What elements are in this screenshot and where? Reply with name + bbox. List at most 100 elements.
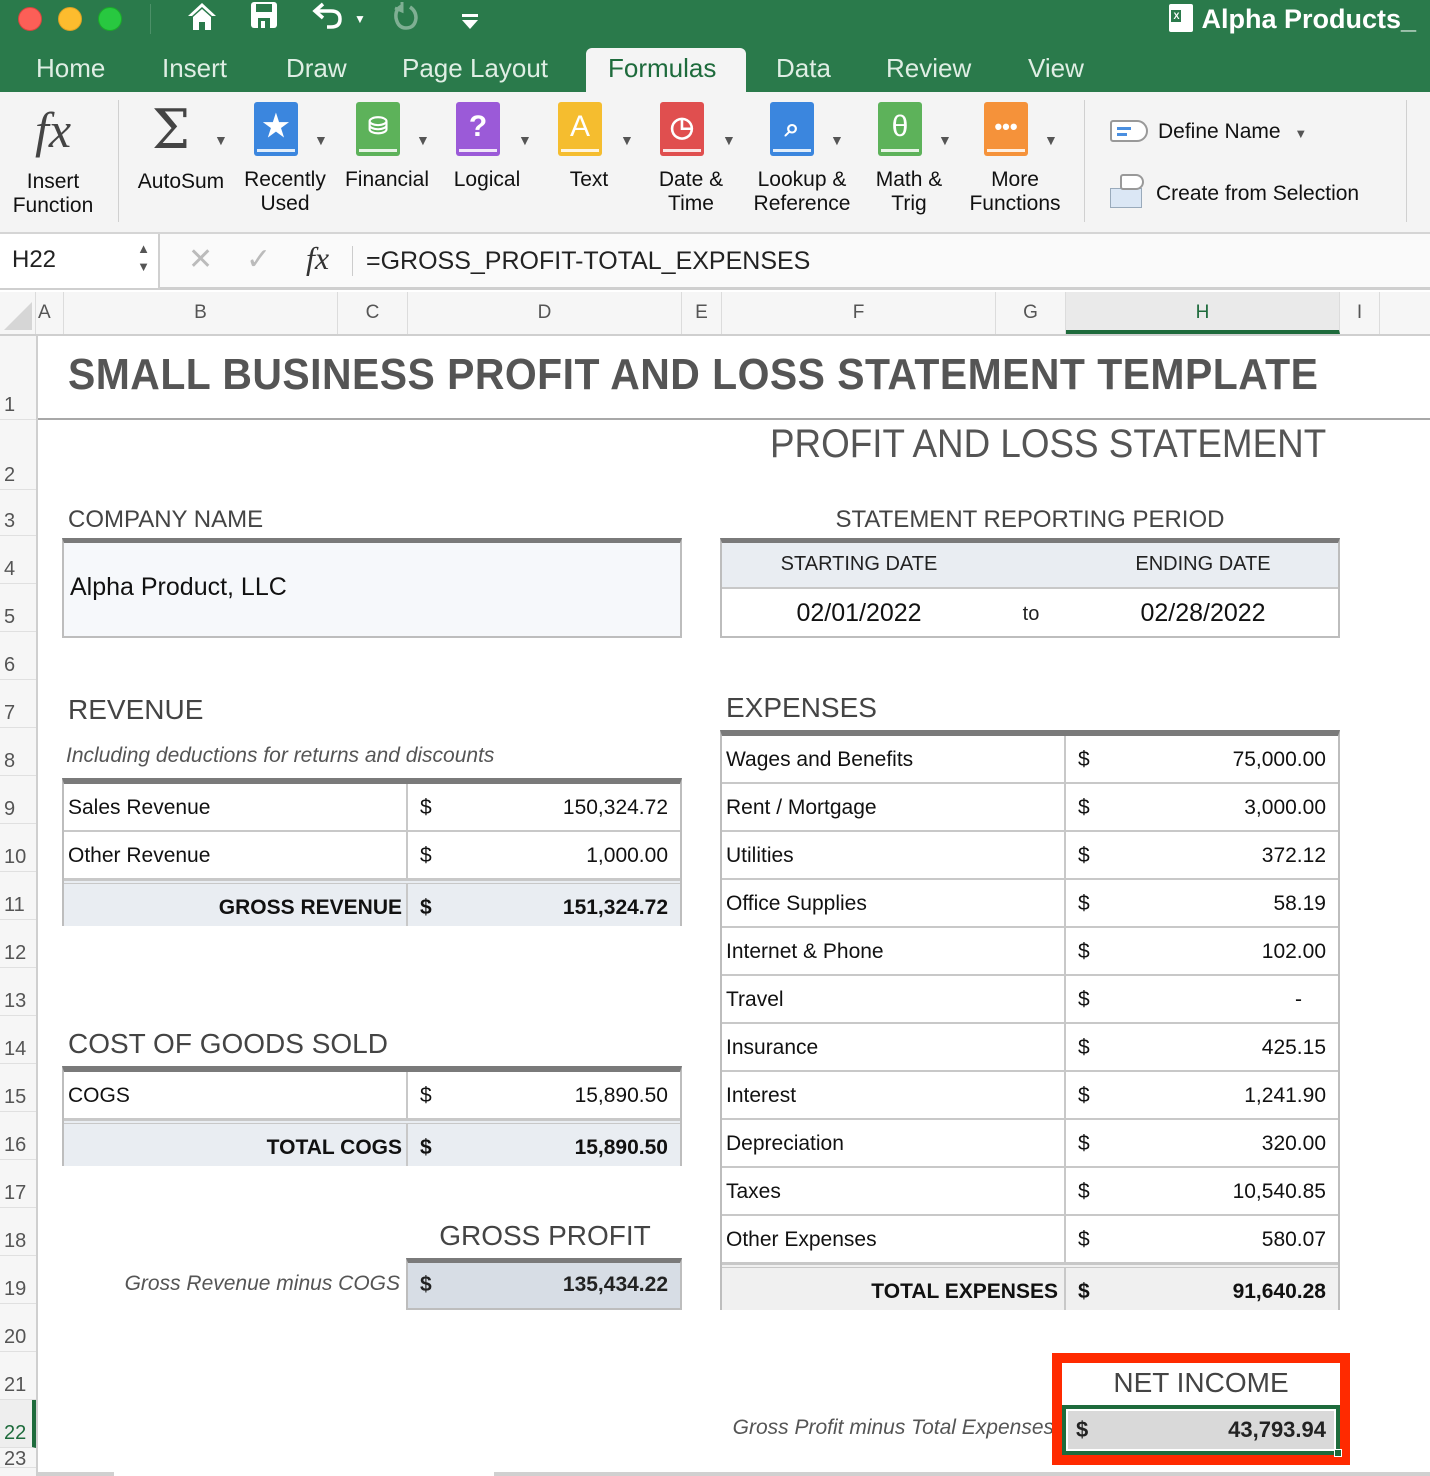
- name-box[interactable]: H22 ▲ ▼: [0, 234, 160, 288]
- row-header-14[interactable]: 14: [0, 1016, 36, 1064]
- row-value[interactable]: 10,540.85: [1233, 1168, 1326, 1216]
- tab-insert[interactable]: Insert: [140, 48, 249, 92]
- confirm-formula-icon[interactable]: ✓: [246, 242, 271, 277]
- row-header-18[interactable]: 18: [0, 1208, 36, 1256]
- gross-revenue-value[interactable]: 151,324.72: [563, 884, 668, 932]
- currency-symbol: $: [1078, 988, 1090, 1011]
- tab-page-layout[interactable]: Page Layout: [380, 48, 570, 92]
- select-all-button[interactable]: [0, 292, 36, 334]
- total-cogs-value[interactable]: 15,890.50: [575, 1124, 668, 1172]
- row-header-2[interactable]: 2: [0, 420, 36, 490]
- horizontal-scrollbar[interactable]: [38, 1472, 114, 1476]
- close-window-button[interactable]: [18, 7, 42, 31]
- column-header-c[interactable]: C: [338, 292, 408, 334]
- name-tag-icon: [1110, 120, 1148, 142]
- undo-dropdown-caret-icon[interactable]: ▼: [354, 12, 366, 26]
- row-header-3[interactable]: 3: [0, 490, 36, 536]
- row-header-7[interactable]: 7: [0, 680, 36, 728]
- row-value[interactable]: 1,000.00: [586, 832, 668, 880]
- cancel-formula-icon[interactable]: ✕: [188, 242, 213, 277]
- row-value[interactable]: 58.19: [1273, 880, 1326, 928]
- row-header-8[interactable]: 8: [0, 728, 36, 776]
- row-value[interactable]: 15,890.50: [575, 1072, 668, 1120]
- row-header-22[interactable]: 22: [0, 1400, 36, 1448]
- row-header-4[interactable]: 4: [0, 536, 36, 584]
- row-value[interactable]: 425.15: [1262, 1024, 1326, 1072]
- row-header-6[interactable]: 6: [0, 632, 36, 680]
- row-value[interactable]: 102.00: [1262, 928, 1326, 976]
- row-header-5[interactable]: 5: [0, 584, 36, 632]
- column-header-f[interactable]: F: [722, 292, 996, 334]
- define-name-button[interactable]: Define Name ▼: [1110, 118, 1307, 148]
- customize-toolbar-icon[interactable]: [458, 6, 482, 34]
- letter-a-book-icon: A: [558, 102, 602, 156]
- minimize-window-button[interactable]: [58, 7, 82, 31]
- row-value[interactable]: 580.07: [1262, 1216, 1326, 1264]
- name-box-stepper-icon[interactable]: ▲ ▼: [137, 240, 150, 276]
- gross-profit-cell[interactable]: $ 135,434.22: [406, 1258, 682, 1310]
- tab-data[interactable]: Data: [754, 48, 853, 92]
- row-value[interactable]: 372.12: [1262, 832, 1326, 880]
- column-header-h[interactable]: H: [1066, 292, 1340, 334]
- tab-formulas[interactable]: Formulas: [586, 48, 746, 92]
- starting-date-value[interactable]: 02/01/2022: [722, 599, 996, 628]
- fx-icon[interactable]: fx: [306, 240, 329, 277]
- row-header-23[interactable]: 23: [0, 1448, 36, 1470]
- ribbon-divider: [1406, 100, 1407, 222]
- formula-input[interactable]: =GROSS_PROFIT-TOTAL_EXPENSES: [366, 234, 810, 288]
- row-value[interactable]: 3,000.00: [1244, 784, 1326, 832]
- ending-date-value[interactable]: 02/28/2022: [1066, 599, 1340, 628]
- row-header-12[interactable]: 12: [0, 920, 36, 968]
- fill-handle[interactable]: [1334, 1449, 1342, 1457]
- row-header-17[interactable]: 17: [0, 1160, 36, 1208]
- create-from-selection-button[interactable]: Create from Selection: [1110, 174, 1359, 211]
- row-value[interactable]: -: [1295, 976, 1302, 1024]
- lookup-reference-button[interactable]: ⌕ ▼ Lookup & Reference: [750, 102, 854, 216]
- recently-used-button[interactable]: ★ ▼ Recently Used: [238, 102, 332, 216]
- row-header-1[interactable]: 1: [0, 336, 36, 420]
- math-trig-button[interactable]: θ ▼ Math & Trig: [862, 102, 956, 216]
- text-button[interactable]: A ▼ Text: [542, 102, 636, 192]
- row-header-13[interactable]: 13: [0, 968, 36, 1016]
- date-time-button[interactable]: ◷ ▼ Date & Time: [644, 102, 738, 216]
- financial-button[interactable]: ⛁ ▼ Financial: [340, 102, 434, 192]
- more-functions-button[interactable]: ••• ▼ More Functions: [962, 102, 1068, 216]
- home-icon[interactable]: [182, 0, 222, 38]
- autosum-button[interactable]: Σ ▼ AutoSum: [134, 102, 228, 194]
- tab-review[interactable]: Review: [864, 48, 993, 92]
- row-value[interactable]: 1,241.90: [1244, 1072, 1326, 1120]
- insert-function-button[interactable]: fx Insert Function: [6, 102, 100, 218]
- row-header-16[interactable]: 16: [0, 1112, 36, 1160]
- redo-icon[interactable]: [388, 0, 424, 38]
- row-header-15[interactable]: 15: [0, 1064, 36, 1112]
- undo-icon[interactable]: [308, 0, 348, 38]
- table-row: Travel $ -: [722, 976, 1338, 1024]
- tab-view[interactable]: View: [1006, 48, 1106, 92]
- row-header-19[interactable]: 19: [0, 1256, 36, 1304]
- column-header-a[interactable]: A: [36, 292, 64, 334]
- company-name-cell[interactable]: Alpha Product, LLC: [62, 538, 682, 638]
- row-header-10[interactable]: 10: [0, 824, 36, 872]
- net-income-cell[interactable]: $ 43,793.94: [1062, 1405, 1342, 1457]
- row-value[interactable]: 75,000.00: [1233, 736, 1326, 784]
- currency-symbol: $: [420, 844, 432, 867]
- column-header-b[interactable]: B: [64, 292, 338, 334]
- column-header-i[interactable]: I: [1340, 292, 1380, 334]
- row-label: Taxes: [726, 1180, 781, 1203]
- row-value[interactable]: 320.00: [1262, 1120, 1326, 1168]
- row-value[interactable]: 150,324.72: [563, 784, 668, 832]
- maximize-window-button[interactable]: [98, 7, 122, 31]
- row-header-11[interactable]: 11: [0, 872, 36, 920]
- tab-home[interactable]: Home: [14, 48, 127, 92]
- total-expenses-value[interactable]: 91,640.28: [1233, 1268, 1326, 1316]
- row-header-20[interactable]: 20: [0, 1304, 36, 1352]
- column-header-e[interactable]: E: [682, 292, 722, 334]
- column-header-g[interactable]: G: [996, 292, 1066, 334]
- row-header-9[interactable]: 9: [0, 776, 36, 824]
- column-headers: A B C D E F G H I: [0, 292, 1430, 336]
- logical-button[interactable]: ? ▼ Logical: [440, 102, 534, 192]
- tab-draw[interactable]: Draw: [264, 48, 369, 92]
- row-header-21[interactable]: 21: [0, 1352, 36, 1400]
- column-header-d[interactable]: D: [408, 292, 682, 334]
- save-icon[interactable]: [246, 0, 282, 38]
